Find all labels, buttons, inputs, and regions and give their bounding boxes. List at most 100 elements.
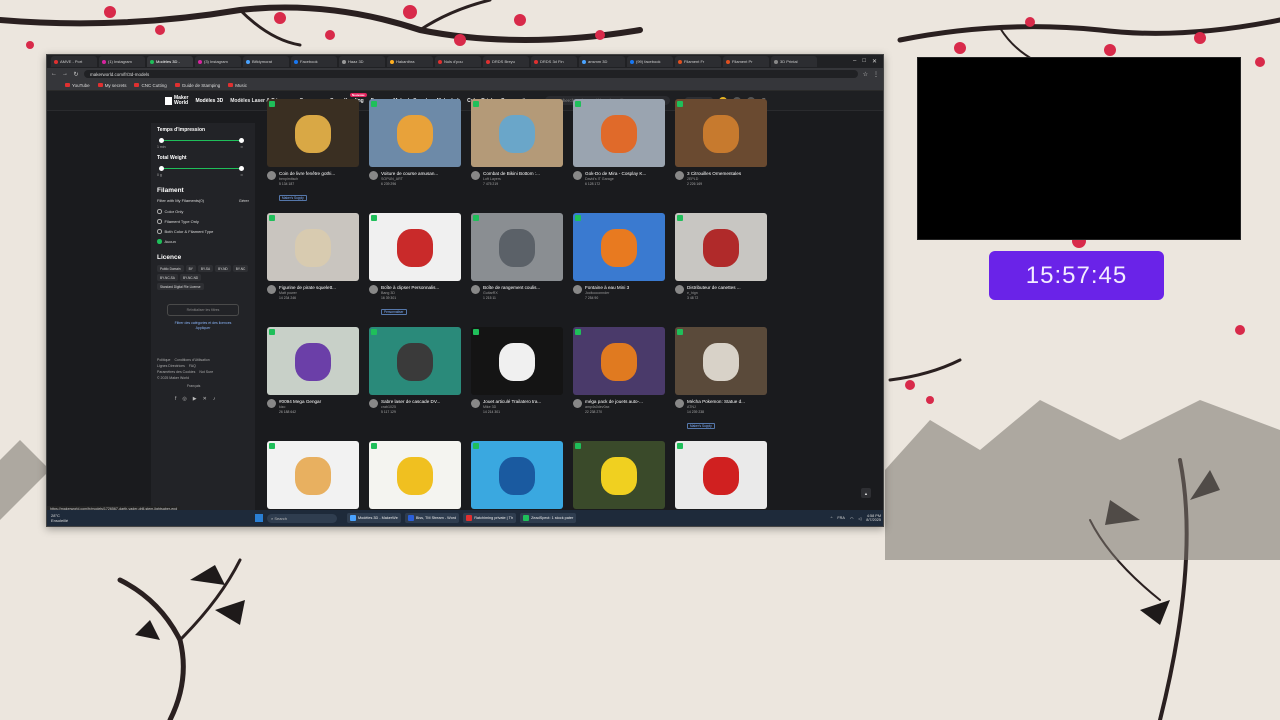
footer-link[interactable]: Not Sure	[199, 369, 213, 375]
browser-tab[interactable]: (1) Instagram	[99, 56, 145, 67]
model-card[interactable]: Voiture de course amusan... SOPUN_ART 6 23…	[369, 99, 461, 209]
model-card[interactable]: Figurine de pirate squelett... Matt power…	[267, 213, 359, 323]
model-title[interactable]: Figurine de pirate squelett...	[279, 285, 359, 290]
model-tag[interactable]: Personnaliser	[381, 309, 407, 315]
model-author[interactable]: crab1025	[381, 405, 461, 409]
model-thumbnail[interactable]	[267, 99, 359, 167]
model-card[interactable]: Combat de Bikini Bottom :... Loft Layers 7…	[471, 99, 563, 209]
model-card[interactable]: méga pack de jouets auto-... amp4s0dev0ax…	[573, 327, 665, 437]
taskbar-app[interactable]: Ratchiming private | Th	[463, 513, 517, 523]
model-card[interactable]: Jouet articulé Trailatero tra... Mike 3D 1…	[471, 327, 563, 437]
licence-chip[interactable]: BY-NC-ND	[179, 274, 202, 281]
forward-icon[interactable]: →	[62, 71, 68, 77]
model-card[interactable]: #0094 Mega Gengar kizo 26 188 642	[267, 327, 359, 437]
model-author[interactable]: Jocitooconnder	[585, 291, 665, 295]
taskbar-search[interactable]: ⌕ Search	[267, 513, 337, 523]
url-field[interactable]: makerworld.com/fr/3d-models	[84, 70, 858, 78]
model-card[interactable]: Boîte de rangement coulis... GuitarRX 1 21…	[471, 213, 563, 323]
model-title[interactable]: Jouet articulé Trailatero tra...	[483, 399, 563, 404]
model-author[interactable]: SOPUN_ART	[381, 177, 461, 181]
language-selector[interactable]: Français	[187, 384, 249, 388]
browser-tab[interactable]: AMVE - Port	[51, 56, 97, 67]
model-thumbnail[interactable]	[675, 327, 767, 395]
browser-tab[interactable]: Facebook	[291, 56, 337, 67]
makerworld-logo[interactable]: Maker World	[165, 95, 188, 106]
scroll-top-button[interactable]: ▲	[861, 488, 871, 498]
licence-chip[interactable]: BY	[185, 265, 196, 272]
model-title[interactable]: Sabre laser de cascade DV...	[381, 399, 461, 404]
model-card[interactable]: Boîte à clipser Personnalis... Bang 3D 16 …	[369, 213, 461, 323]
browser-tab[interactable]: Nuls d'pou	[435, 56, 481, 67]
model-thumbnail[interactable]	[369, 327, 461, 395]
model-thumbnail[interactable]	[471, 213, 563, 281]
model-author[interactable]: benpimitsch	[279, 177, 359, 181]
licence-chip[interactable]: Public Domain	[157, 265, 184, 272]
browser-tab[interactable]: (99) facebook	[627, 56, 673, 67]
model-card[interactable]: Coin de livre fenêtre gothi... benpimitsc…	[267, 99, 359, 209]
browser-tab[interactable]: DRDS 3d Fin	[531, 56, 577, 67]
model-card[interactable]: Distributeur de canettes ... e_hign 3 48 7…	[675, 213, 767, 323]
model-card[interactable]: Fontaine à eau Mini 3 Jocitooconnder 7 254…	[573, 213, 665, 323]
model-tag[interactable]: Maker's Supply	[687, 423, 715, 429]
author-avatar[interactable]	[267, 399, 276, 408]
browser-tab[interactable]: DRDS Breyu	[483, 56, 529, 67]
model-thumbnail[interactable]	[471, 327, 563, 395]
model-thumbnail[interactable]	[267, 213, 359, 281]
model-card[interactable]: Mécha Pokemon: Statue d... ATNJ 14 239 238…	[675, 327, 767, 437]
model-title[interactable]: Distributeur de canettes ...	[687, 285, 767, 290]
model-title[interactable]: Fontaine à eau Mini 3	[585, 285, 665, 290]
model-author[interactable]: 2EPLD	[687, 177, 767, 181]
weather-widget[interactable]: 28°C Ensoleillé	[51, 513, 91, 523]
tiktok-icon[interactable]: ♪	[213, 396, 216, 402]
author-avatar[interactable]	[675, 171, 684, 180]
model-thumbnail[interactable]	[675, 99, 767, 167]
nav-link[interactable]: Modèles 3D	[195, 98, 223, 104]
model-thumbnail[interactable]	[369, 213, 461, 281]
taskbar-app[interactable]: Biss, TM Stream - Word	[404, 513, 460, 523]
chevron-up-icon[interactable]: ^	[831, 516, 833, 520]
close-icon[interactable]: ✕	[872, 58, 877, 65]
bookmark-item[interactable]: YouTube	[65, 83, 90, 88]
model-thumbnail[interactable]	[267, 441, 359, 509]
model-title[interactable]: 3 Citrouilles Ornementales	[687, 171, 767, 176]
model-thumbnail[interactable]	[675, 441, 767, 509]
model-title[interactable]: méga pack de jouets auto-...	[585, 399, 665, 404]
licence-chip[interactable]: BY-NC	[232, 265, 249, 272]
slider-min-handle[interactable]	[159, 165, 164, 171]
filament-radio-option[interactable]: Aucun	[157, 239, 249, 244]
model-author[interactable]: GuitarRX	[483, 291, 563, 295]
bookmark-item[interactable]: Guide de Stamping	[174, 83, 220, 88]
wifi-icon[interactable]: ◠	[850, 516, 853, 521]
instagram-icon[interactable]: ◎	[182, 396, 186, 402]
model-thumbnail[interactable]	[675, 213, 767, 281]
model-title[interactable]: Coin de livre fenêtre gothi...	[279, 171, 359, 176]
model-author[interactable]: Mike 3D	[483, 405, 563, 409]
model-author[interactable]: Matt power	[279, 291, 359, 295]
slider-max-handle[interactable]	[239, 137, 244, 143]
radio-circle[interactable]	[157, 219, 162, 224]
model-thumbnail[interactable]	[573, 441, 665, 509]
author-avatar[interactable]	[369, 399, 378, 408]
slider-max-handle[interactable]	[239, 165, 244, 171]
minimize-icon[interactable]: –	[853, 58, 856, 65]
taskbar-app[interactable]: Modèles 3D - MakerWe	[347, 513, 401, 523]
clear-filters-button[interactable]: Réinitialiser les filtres	[167, 304, 239, 316]
model-thumbnail[interactable]	[267, 327, 359, 395]
model-title[interactable]: Mécha Pokemon: Statue d...	[687, 399, 767, 404]
radio-circle[interactable]	[157, 229, 162, 234]
model-author[interactable]: Bang 3D	[381, 291, 461, 295]
facebook-icon[interactable]: f	[175, 396, 176, 402]
model-title[interactable]: Combat de Bikini Bottom :...	[483, 171, 563, 176]
author-avatar[interactable]	[471, 285, 480, 294]
model-thumbnail[interactable]	[369, 441, 461, 509]
model-thumbnail[interactable]	[573, 99, 665, 167]
volume-icon[interactable]: ◁	[858, 516, 861, 521]
browser-tab[interactable]: 3D Printal	[771, 56, 817, 67]
model-author[interactable]: amp4s0dev0ax	[585, 405, 665, 409]
browser-tab[interactable]: Hakanthra	[387, 56, 433, 67]
model-author[interactable]: kizo	[279, 405, 359, 409]
reload-icon[interactable]: ↻	[73, 71, 79, 78]
author-avatar[interactable]	[471, 171, 480, 180]
author-avatar[interactable]	[369, 285, 378, 294]
model-card[interactable]: Gok-Do de Mira - Cosplay K... David's IT …	[573, 99, 665, 209]
